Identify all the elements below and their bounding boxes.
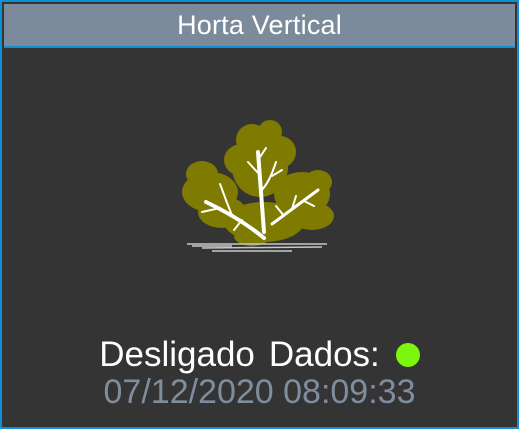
timestamp: 07/12/2020 08:09:33 — [103, 373, 416, 411]
plant-icon — [182, 120, 334, 252]
title-divider — [4, 46, 515, 48]
main-panel: Horta Vertical Desligado Dados: 07/12/20… — [2, 2, 517, 427]
data-label: Dados: — [268, 335, 380, 374]
page-title: Horta Vertical — [177, 9, 342, 40]
connection-status: Desligado — [99, 335, 255, 374]
data-indicator-icon — [395, 343, 420, 367]
title-bar: Horta Vertical — [4, 4, 515, 46]
